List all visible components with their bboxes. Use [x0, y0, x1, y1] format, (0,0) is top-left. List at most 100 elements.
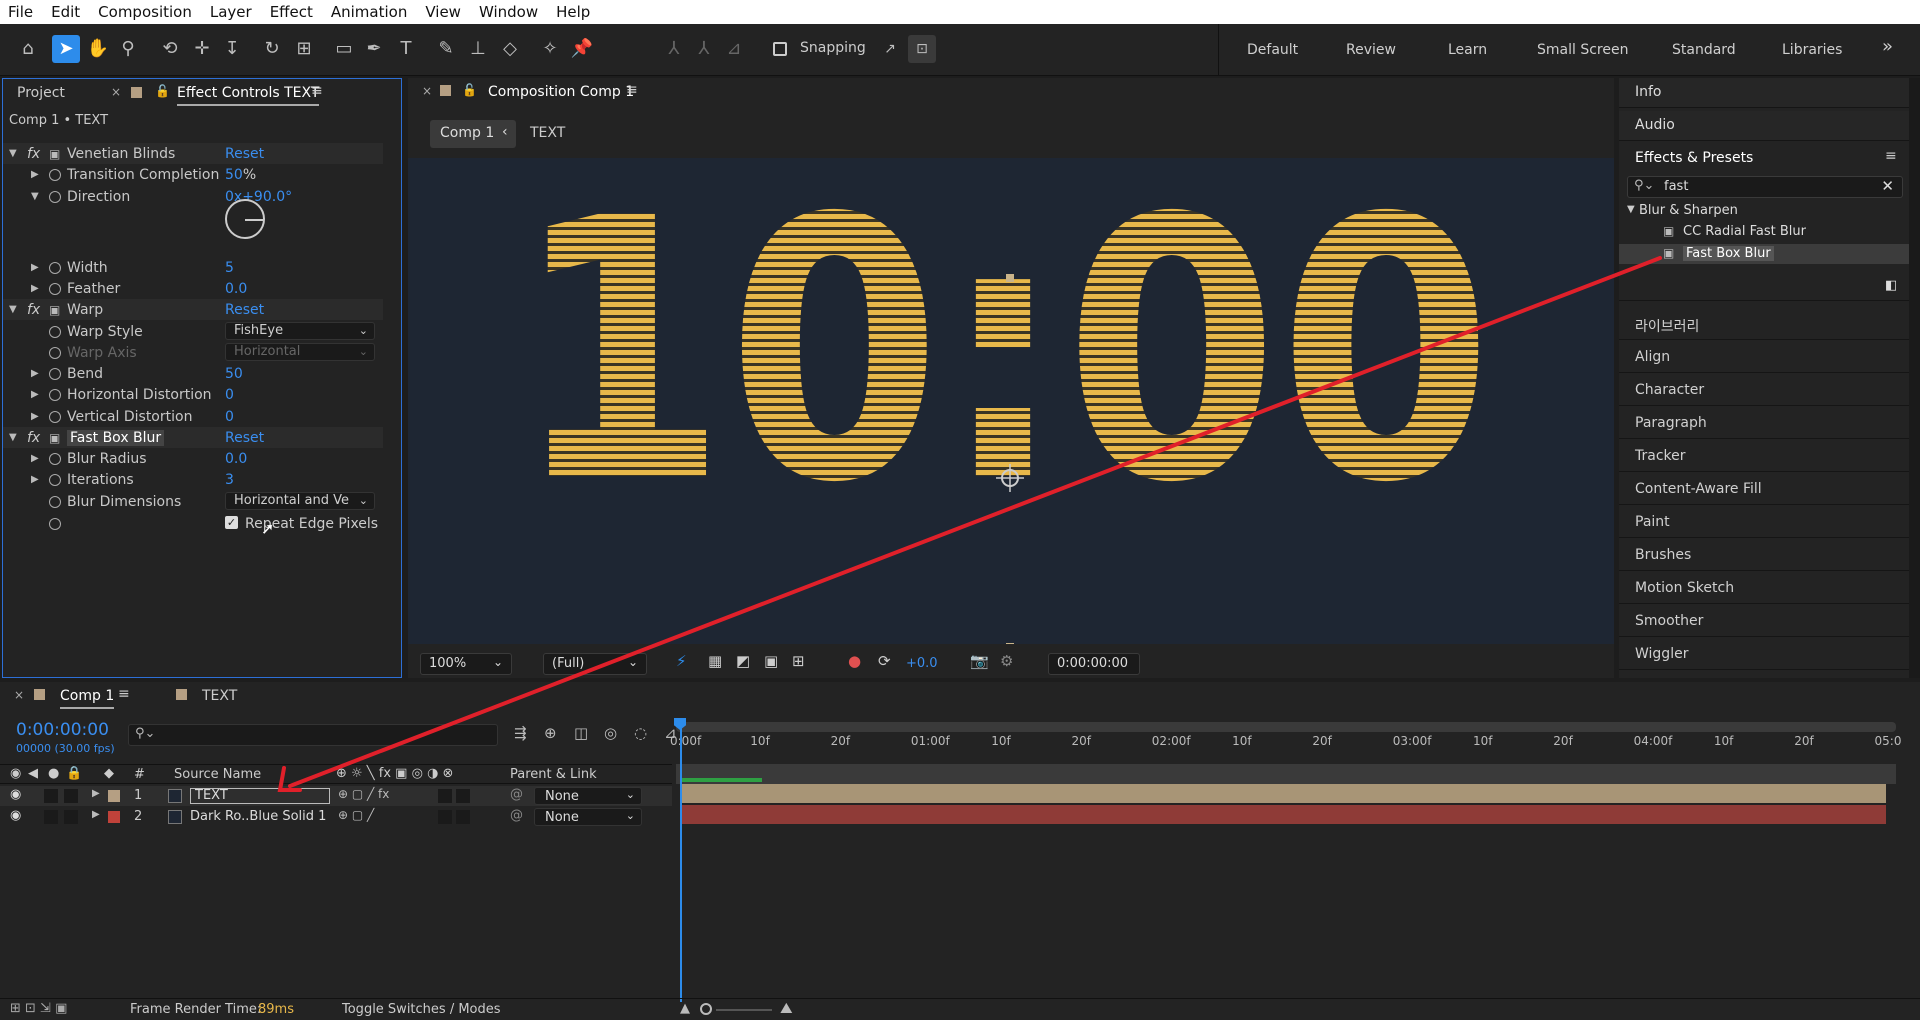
label-color-swatch[interactable]	[108, 811, 120, 823]
menu-help[interactable]: Help	[556, 3, 590, 21]
label-color-swatch[interactable]	[108, 790, 120, 802]
reset-link[interactable]: Reset	[225, 146, 264, 162]
category-chevron-icon[interactable]: ▼	[1627, 204, 1635, 215]
stopwatch-icon[interactable]	[49, 495, 61, 508]
exposure-value[interactable]: +0.0	[906, 656, 938, 671]
lock-switch-icon[interactable]: 🔒	[66, 766, 82, 781]
snapping-checkbox[interactable]	[773, 42, 787, 56]
menu-edit[interactable]: Edit	[51, 3, 80, 21]
tab-project[interactable]: Project	[17, 85, 65, 101]
menu-effect[interactable]: Effect	[270, 3, 313, 21]
effect-row[interactable]: Blur Dimensions Horizontal and Ve ⌄	[3, 491, 383, 512]
effect-fast-box-blur-row[interactable]: ▣ Fast Box Blur	[1619, 244, 1909, 264]
reset-exposure-icon[interactable]: ⟳	[878, 652, 891, 670]
effect-row[interactable]: ✓ Repeat Edge Pixels	[3, 513, 383, 534]
stopwatch-icon[interactable]	[49, 325, 61, 338]
zoom-slider-handle[interactable]	[700, 1003, 712, 1015]
pickwhip-icon[interactable]: @	[510, 787, 523, 802]
parent-dropdown[interactable]: None ⌄	[534, 787, 642, 805]
solo-box[interactable]	[44, 810, 58, 824]
reset-link[interactable]: Reset	[225, 302, 264, 318]
stopwatch-icon[interactable]	[49, 452, 61, 465]
pickwhip-icon[interactable]: @	[510, 808, 523, 823]
close-comp-tab-icon[interactable]: ×	[422, 84, 432, 98]
menu-view[interactable]: View	[425, 3, 461, 21]
panel-item[interactable]: 라이브러리	[1619, 310, 1909, 340]
comp-mini-flowchart-icon[interactable]: ⇶	[514, 724, 527, 742]
repeat-edge-checkbox[interactable]: ✓	[225, 516, 238, 529]
property-value[interactable]: 0	[225, 409, 234, 425]
tab-timeline-text[interactable]: TEXT	[202, 688, 237, 704]
fx-toggle-icon[interactable]: fx	[27, 430, 40, 446]
pan-camera-icon[interactable]: ✛	[188, 35, 216, 63]
panel-menu-icon[interactable]: ≡	[311, 83, 323, 99]
lock-box[interactable]	[64, 789, 78, 803]
stopwatch-icon[interactable]	[49, 282, 61, 295]
stopwatch-icon[interactable]	[49, 410, 61, 423]
effect-row[interactable]: ▼ fx ▣ Warp Reset	[3, 299, 383, 320]
fx-toggle-icon[interactable]: fx	[27, 146, 40, 162]
work-area-bar[interactable]	[676, 722, 1896, 732]
axis-view-icon[interactable]: ⊿	[720, 35, 748, 63]
rotate-tool-icon[interactable]: ↻	[258, 35, 286, 63]
comp-breadcrumb-layer[interactable]: TEXT	[530, 125, 565, 141]
expand-chevron-icon[interactable]: ▼	[9, 432, 17, 443]
video-switch-icon[interactable]: ◉	[10, 766, 21, 781]
expand-chevron-icon[interactable]: ▶	[31, 474, 39, 485]
guides-icon[interactable]: ⊞	[792, 652, 805, 670]
pen-tool-icon[interactable]: ✒	[360, 35, 388, 63]
eye-icon[interactable]: ◉	[10, 787, 21, 802]
effect-row[interactable]: ▶ Feather 0.0	[3, 278, 383, 299]
solo-switch-icon[interactable]: ●	[48, 766, 59, 781]
source-name-header[interactable]: Source Name	[174, 767, 261, 782]
panel-item[interactable]: Wiggler	[1619, 640, 1909, 670]
comp-lock-icon[interactable]: 🔓	[462, 83, 477, 97]
comp-breadcrumb-chip[interactable]: Comp 1 ‹	[430, 120, 516, 148]
workspace-libraries[interactable]: Libraries	[1782, 42, 1842, 58]
eraser-tool-icon[interactable]: ◇	[496, 35, 524, 63]
timeline-menu-icon[interactable]: ≡	[118, 686, 130, 702]
workspaces-more-icon[interactable]: »	[1882, 36, 1893, 57]
effect-row[interactable]: ▼ fx ▣ Venetian Blinds Reset	[3, 143, 383, 164]
property-dropdown[interactable]: FishEye ⌄	[225, 322, 375, 340]
mode-box[interactable]	[438, 789, 452, 803]
effect-name[interactable]: Fast Box Blur	[67, 429, 165, 446]
zoom-in-icon[interactable]: ⛰	[780, 999, 793, 1017]
snapshot-icon[interactable]: 📷	[970, 652, 989, 670]
effect-row[interactable]: ▶ Bend 50	[3, 363, 383, 384]
stopwatch-icon[interactable]	[49, 261, 61, 274]
reset-link[interactable]: Reset	[225, 430, 264, 446]
new-bin-icon[interactable]: ◧	[1885, 278, 1897, 293]
panel-item[interactable]: Smoother	[1619, 607, 1909, 637]
effect-row[interactable]: ▼ fx ▣ Fast Box Blur Reset	[3, 427, 383, 448]
mask-visibility-icon[interactable]: ◩	[736, 652, 750, 670]
workspace-learn[interactable]: Learn	[1448, 42, 1487, 58]
effect-row[interactable]: ▶ Transition Completion 50%	[3, 164, 383, 185]
toggle-switches-modes[interactable]: Toggle Switches / Modes	[342, 1002, 501, 1017]
effect-row[interactable]: ▶ Width 5	[3, 257, 383, 278]
panel-item[interactable]: Motion Sketch	[1619, 574, 1909, 604]
stopwatch-icon[interactable]	[49, 517, 61, 530]
fast-previews-icon[interactable]: ⚡	[676, 652, 687, 670]
effect-row[interactable]: ▼ Direction 0x+90.0°	[3, 186, 383, 207]
audio-switch-icon[interactable]: ◀	[28, 766, 38, 781]
tab-effect-controls[interactable]: Effect Controls TEXT	[177, 85, 320, 106]
panel-item[interactable]: Align	[1619, 343, 1909, 373]
layer-1-bar[interactable]	[680, 784, 1886, 803]
stopwatch-icon[interactable]	[49, 168, 61, 181]
footer-switch-icons[interactable]: ⊞ ⊡ ⇲ ▣	[10, 1001, 67, 1016]
effect-cc-radial-fast-blur[interactable]: CC Radial Fast Blur	[1683, 224, 1806, 239]
workspace-review[interactable]: Review	[1346, 42, 1396, 58]
axis-world-icon[interactable]: ⅄	[690, 35, 718, 63]
property-value[interactable]: 0.0	[225, 451, 247, 467]
expand-chevron-icon[interactable]: ▶	[31, 389, 39, 400]
effects-search-input[interactable]: ⚲⌄ fast ✕	[1627, 176, 1903, 198]
direction-dial[interactable]	[225, 199, 265, 239]
property-value[interactable]: 0	[225, 387, 234, 403]
workspace-default[interactable]: Default	[1247, 42, 1298, 58]
roto-brush-icon[interactable]: ✧	[536, 35, 564, 63]
solo-box[interactable]	[44, 789, 58, 803]
panel-item[interactable]: Brushes	[1619, 541, 1909, 571]
tab-timeline-comp1[interactable]: Comp 1	[60, 688, 115, 709]
panel-item[interactable]: Paragraph	[1619, 409, 1909, 439]
